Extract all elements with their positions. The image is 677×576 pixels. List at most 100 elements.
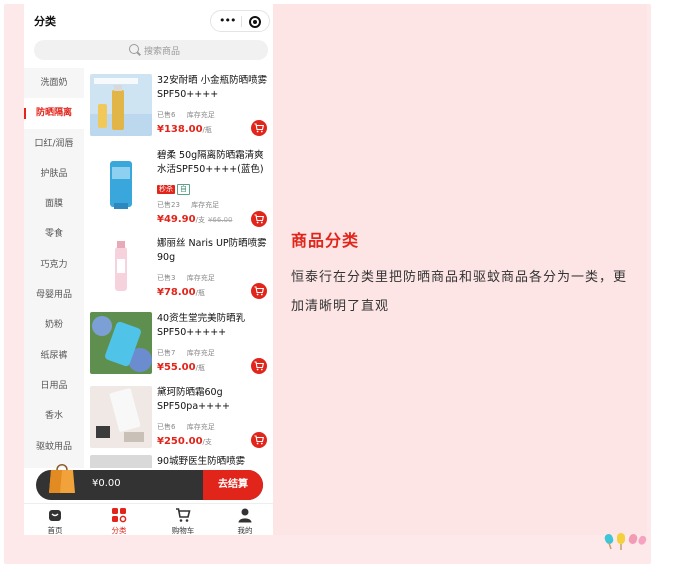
product-meta: 已售23 库存充足 xyxy=(157,200,228,210)
price-unit: /瓶 xyxy=(195,363,205,372)
cart-icon xyxy=(254,286,264,296)
product-image xyxy=(90,237,152,299)
price-value: ¥49.90 xyxy=(157,213,196,225)
sidebar-item-milk-powder[interactable]: 奶粉 xyxy=(24,310,84,340)
stock-status: 库存充足 xyxy=(191,200,220,209)
product-price: ¥138.00/瓶 xyxy=(157,124,212,135)
product-meta: 已售3 库存充足 xyxy=(157,273,224,283)
tab-category-label: 分类 xyxy=(111,526,127,535)
product-image xyxy=(90,74,152,136)
product-name[interactable]: 黛珂防晒霜60g SPF50pa++++ xyxy=(157,386,269,414)
sold-count: 已售6 xyxy=(157,111,176,119)
product-name[interactable]: 娜丽丝 Naris UP防晒喷雾90g xyxy=(157,237,269,265)
cart-icon xyxy=(254,435,264,445)
shopping-bag-icon xyxy=(49,464,75,493)
category-icon xyxy=(112,508,127,523)
sold-count: 已售6 xyxy=(157,423,176,431)
tab-profile-label: 我的 xyxy=(237,526,253,535)
phone-screen: 分类 ••• 搜索商品 洗面奶 防晒隔离 口红/润唇 护肤品 面膜 零食 巧克力… xyxy=(24,4,273,535)
price-unit: /瓶 xyxy=(195,289,205,297)
tab-cart-label: 购物车 xyxy=(171,526,195,535)
cart-total: ¥0.00 xyxy=(92,478,121,489)
product-price: ¥49.90/支 ¥66.00 xyxy=(157,214,232,225)
price-unit: /支 xyxy=(202,438,212,446)
tag-flash-sale: 秒杀 xyxy=(157,184,175,194)
search-input[interactable]: 搜索商品 xyxy=(34,40,268,60)
tab-cart[interactable]: 购物车 xyxy=(158,507,208,535)
cart-icon xyxy=(254,123,264,133)
stock-status: 库存充足 xyxy=(186,111,215,119)
sidebar-item-perfume[interactable]: 香水 xyxy=(24,401,84,431)
sidebar-item-skincare[interactable]: 护肤品 xyxy=(24,159,84,189)
product-meta: 已售7 库存充足 xyxy=(157,348,224,358)
product-name[interactable]: 40资生堂完美防晒乳SPF50+++++ xyxy=(157,312,269,340)
tab-home[interactable]: 首页 xyxy=(30,507,80,535)
product-price: ¥250.00/支 xyxy=(157,436,212,447)
tag-self: 自 xyxy=(177,183,190,195)
home-icon xyxy=(49,510,61,521)
nav-bar: 分类 ••• xyxy=(24,4,273,38)
product-image xyxy=(90,311,152,374)
page-title: 分类 xyxy=(34,15,56,28)
product-name[interactable]: 碧柔 50g隔离防晒霜清爽水活SPF50++++(蓝色) xyxy=(157,149,269,177)
add-to-cart-button[interactable] xyxy=(251,432,267,448)
price-value: ¥78.00 xyxy=(157,287,196,298)
sidebar-item-snacks[interactable]: 零食 xyxy=(24,219,84,249)
bottom-tab-bar: 首页 分类 购物车 我的 xyxy=(24,503,273,535)
close-target-icon[interactable] xyxy=(249,16,261,28)
sidebar-item-facewash[interactable]: 洗面奶 xyxy=(24,68,84,98)
feature-description: 恒泰行在分类里把防晒商品和驱蚊商品各分为一类，更加清晰明了直观 xyxy=(291,270,628,314)
sidebar-item-mask[interactable]: 面膜 xyxy=(24,189,84,219)
sidebar-item-diapers[interactable]: 纸尿裤 xyxy=(24,341,84,371)
sidebar-item-chocolate[interactable]: 巧克力 xyxy=(24,250,84,280)
product-price: ¥78.00/瓶 xyxy=(157,287,205,298)
more-icon[interactable]: ••• xyxy=(219,14,236,27)
sidebar-item-daily[interactable]: 日用品 xyxy=(24,371,84,401)
product-card[interactable]: 碧柔 50g隔离防晒霜清爽水活SPF50++++(蓝色) 秒杀自 已售23 库存… xyxy=(86,143,273,232)
tab-category[interactable]: 分类 xyxy=(94,507,144,535)
search-icon xyxy=(129,44,139,54)
cart-icon xyxy=(254,360,264,370)
search-placeholder: 搜索商品 xyxy=(144,47,181,57)
tab-profile[interactable]: 我的 xyxy=(220,507,270,535)
feature-title: 商品分类 xyxy=(291,231,360,250)
sidebar-item-sunscreen[interactable]: 防晒隔离 xyxy=(24,98,84,129)
sidebar-item-mosquito[interactable]: 驱蚊用品 xyxy=(24,432,84,462)
popsicle-decoration-icon xyxy=(604,533,647,550)
add-to-cart-button[interactable] xyxy=(251,210,267,227)
price-value: ¥138.00 xyxy=(157,124,203,135)
sidebar-item-lipstick[interactable]: 口红/润唇 xyxy=(24,129,84,159)
cart-summary-bar: ¥0.00 去结算 xyxy=(36,464,263,500)
product-price: ¥55.00/瓶 xyxy=(157,362,205,373)
tab-home-label: 首页 xyxy=(47,526,63,535)
product-card[interactable]: 40资生堂完美防晒乳SPF50+++++ 已售7 库存充足 ¥55.00/瓶 xyxy=(86,306,273,381)
product-card[interactable]: 90城野医生防晒喷雾 xyxy=(86,454,273,469)
sold-count: 已售3 xyxy=(157,274,176,282)
price-value: ¥55.00 xyxy=(157,361,196,373)
stock-status: 库存充足 xyxy=(186,348,215,357)
price-unit: /瓶 xyxy=(202,126,212,134)
mini-program-capsule: ••• xyxy=(210,10,270,32)
product-image xyxy=(90,454,152,468)
product-card[interactable]: 黛珂防晒霜60g SPF50pa++++ 已售6 库存充足 ¥250.00/支 xyxy=(86,380,273,455)
add-to-cart-button[interactable] xyxy=(251,120,267,136)
cart-icon xyxy=(176,508,191,522)
price-unit: /支 xyxy=(195,215,205,224)
checkout-button[interactable]: 去结算 xyxy=(203,470,263,500)
stock-status: 库存充足 xyxy=(186,423,215,431)
user-icon xyxy=(238,508,252,523)
category-sidebar: 洗面奶 防晒隔离 口红/润唇 护肤品 面膜 零食 巧克力 母婴用品 奶粉 纸尿裤… xyxy=(24,68,84,468)
sidebar-item-baby[interactable]: 母婴用品 xyxy=(24,280,84,310)
original-price: ¥66.00 xyxy=(207,215,233,224)
product-card[interactable]: 娜丽丝 Naris UP防晒喷雾90g 已售3 库存充足 ¥78.00/瓶 xyxy=(86,231,273,306)
add-to-cart-button[interactable] xyxy=(251,357,267,374)
cart-icon xyxy=(254,213,264,223)
product-name[interactable]: 32安耐晒 小金瓶防晒喷雾SPF50++++ xyxy=(157,74,269,102)
sold-count: 已售7 xyxy=(157,348,176,357)
product-tags: 秒杀自 xyxy=(157,183,192,195)
product-card[interactable]: 32安耐晒 小金瓶防晒喷雾SPF50++++ 已售6 库存充足 ¥138.00/… xyxy=(86,68,273,143)
product-list: 32安耐晒 小金瓶防晒喷雾SPF50++++ 已售6 库存充足 ¥138.00/… xyxy=(86,68,273,468)
product-meta: 已售6 库存充足 xyxy=(157,422,224,432)
product-name[interactable]: 90城野医生防晒喷雾 xyxy=(157,455,269,469)
add-to-cart-button[interactable] xyxy=(251,283,267,299)
